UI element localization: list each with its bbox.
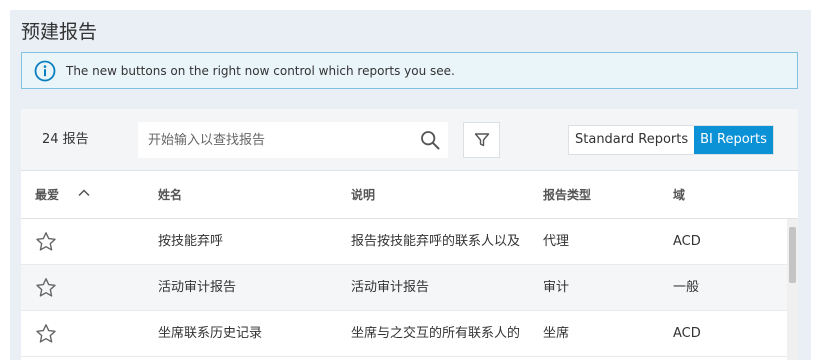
cell-report-type: 审计 <box>543 280 570 295</box>
table-row[interactable]: 坐席联系历史记录 坐席与之交互的所有联系人的 坐席 ACD <box>21 311 787 357</box>
reports-panel: 24 报告 Standard Reports BI Reports 最爱 <box>21 109 798 360</box>
cell-domain: ACD <box>673 234 701 249</box>
search-input[interactable] <box>148 122 408 158</box>
cell-report-type: 代理 <box>543 234 570 249</box>
column-header-name[interactable]: 姓名 <box>158 187 182 203</box>
cell-name[interactable]: 按技能弃呼 <box>158 234 338 250</box>
standard-reports-button[interactable]: Standard Reports <box>569 126 694 154</box>
cell-domain: ACD <box>673 326 701 341</box>
search-icon[interactable] <box>420 130 440 150</box>
table-header: 最爱 姓名 说明 报告类型 域 <box>21 171 798 219</box>
cell-name[interactable]: 坐席联系历史记录 <box>158 326 338 342</box>
page-title: 预建报告 <box>21 21 98 43</box>
star-outline-icon[interactable] <box>35 323 57 345</box>
star-outline-icon[interactable] <box>35 231 57 253</box>
cell-report-type: 坐席 <box>543 326 570 341</box>
page-container: 预建报告 The new buttons on the right now co… <box>10 10 811 360</box>
cell-description: 活动审计报告 <box>351 280 430 295</box>
table-scrollbar[interactable] <box>787 219 798 360</box>
report-count: 24 报告 <box>42 132 89 147</box>
column-header-description[interactable]: 说明 <box>351 187 375 203</box>
search-box <box>138 122 448 158</box>
reports-toolbar: 24 报告 Standard Reports BI Reports <box>21 109 798 171</box>
info-icon <box>34 60 56 82</box>
report-source-toggle: Standard Reports BI Reports <box>568 125 774 155</box>
column-header-favorite[interactable]: 最爱 <box>35 187 59 203</box>
bi-reports-button[interactable]: BI Reports <box>694 126 773 154</box>
table-row[interactable]: 活动审计报告 活动审计报告 审计 一般 <box>21 265 787 311</box>
cell-domain: 一般 <box>673 280 700 295</box>
chevron-up-icon[interactable] <box>77 187 91 199</box>
star-outline-icon[interactable] <box>35 277 57 299</box>
column-header-domain[interactable]: 域 <box>673 187 685 203</box>
column-header-report-type[interactable]: 报告类型 <box>543 187 591 203</box>
cell-name[interactable]: 活动审计报告 <box>158 280 338 296</box>
table-row[interactable]: 按技能弃呼 报告按技能弃呼的联系人以及 代理 ACD <box>21 219 787 265</box>
info-banner: The new buttons on the right now control… <box>21 52 798 89</box>
banner-message: The new buttons on the right now control… <box>66 64 455 78</box>
cell-description: 报告按技能弃呼的联系人以及 <box>351 234 521 249</box>
filter-button[interactable] <box>463 122 500 158</box>
filter-icon <box>474 133 490 147</box>
cell-description: 坐席与之交互的所有联系人的 <box>351 326 521 341</box>
scrollbar-thumb[interactable] <box>789 227 796 283</box>
